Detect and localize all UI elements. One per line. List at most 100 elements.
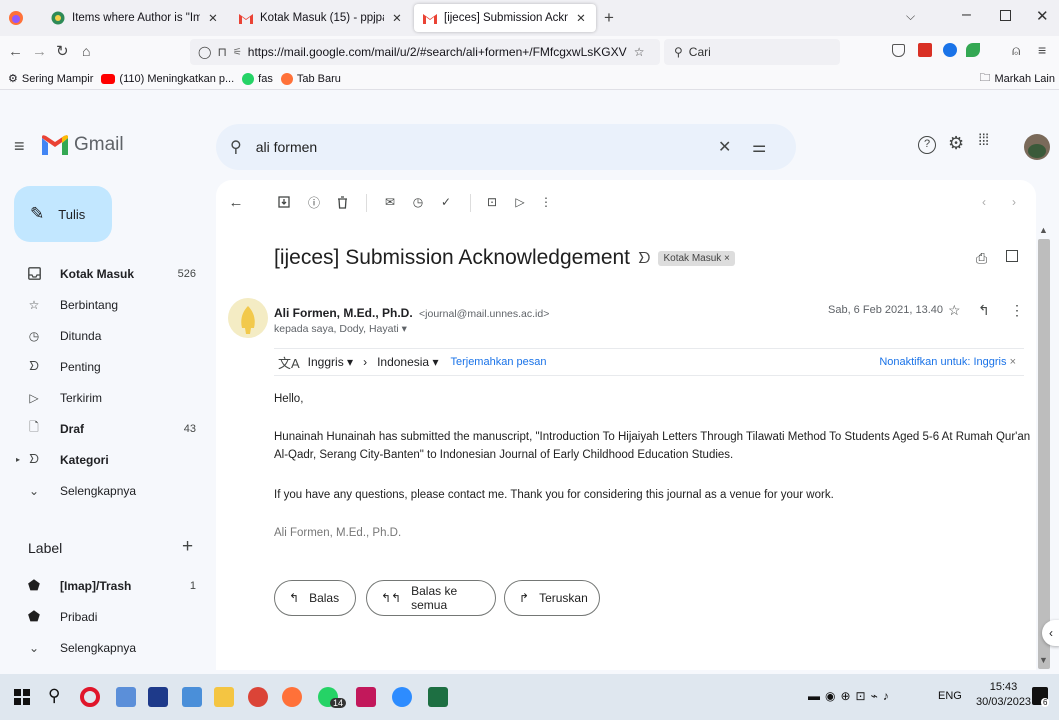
tab-close-icon[interactable]: ✕	[390, 11, 404, 25]
scroll-down-icon[interactable]: ▼	[1039, 655, 1048, 665]
translate-message-link[interactable]: Terjemahkan pesan	[450, 356, 546, 368]
print-icon[interactable]: ⎙	[976, 250, 987, 267]
sender-avatar[interactable]	[228, 298, 268, 338]
reload-icon[interactable]: ↻	[56, 42, 69, 60]
sidebar-label-personal[interactable]: ⬟ Pribadi	[0, 601, 216, 632]
settings-gear-icon[interactable]: ⚙	[948, 133, 964, 154]
sidebar-item-starred[interactable]: ☆ Berbintang	[0, 289, 216, 320]
browser-tab[interactable]: Kotak Masuk (15) - ppjpaudin ✕	[230, 4, 412, 32]
file-explorer-icon[interactable]	[116, 687, 136, 707]
reply-all-button[interactable]: ↰↰ Balas ke semua	[366, 580, 496, 616]
gmail-logo[interactable]: Gmail	[42, 134, 124, 156]
app-icon[interactable]	[182, 687, 202, 707]
maximize-icon[interactable]	[1000, 10, 1011, 21]
forward-icon[interactable]: →	[32, 43, 47, 60]
source-language-select[interactable]: Inggris ▾	[308, 355, 353, 369]
scrollbar-thumb[interactable]	[1038, 239, 1050, 669]
app-icon[interactable]	[356, 687, 376, 707]
star-email-icon[interactable]: ☆	[948, 302, 961, 319]
pocket-icon[interactable]	[892, 44, 905, 57]
account-icon[interactable]: ⍝	[1012, 42, 1020, 59]
avatar[interactable]	[1024, 134, 1050, 160]
labels-icon[interactable]: ▷	[512, 194, 528, 210]
browser-search-box[interactable]: ⚲ Cari	[664, 39, 840, 65]
search-icon[interactable]: ⚲	[48, 686, 60, 706]
search-input[interactable]: ali formen	[256, 139, 317, 155]
disable-translate-link[interactable]: Nonaktifkan untuk: Inggris ×	[879, 356, 1016, 368]
browser-tab-active[interactable]: [ijeces] Submission Acknowled ✕	[414, 4, 596, 32]
new-tab-icon[interactable]: +	[604, 8, 614, 28]
reply-button[interactable]: ↰ Balas	[274, 580, 356, 616]
windows-start-icon[interactable]	[14, 689, 30, 705]
sender-name[interactable]: Ali Formen, M.Ed., Ph.D.	[274, 306, 413, 320]
window-close-icon[interactable]: ✕	[1036, 7, 1049, 25]
apps-grid-icon[interactable]: ⁞⁞⁞	[978, 132, 989, 150]
back-to-list-icon[interactable]: ←	[228, 194, 244, 211]
bookmark-item[interactable]: (110) Meningkatkan p...	[101, 73, 234, 85]
zoom-icon[interactable]	[392, 687, 412, 707]
report-spam-icon[interactable]: ⓘ	[306, 194, 322, 210]
sidebar-item-more[interactable]: ⌄ Selengkapnya	[0, 475, 216, 506]
forward-button[interactable]: ↱ Teruskan	[504, 580, 600, 616]
scroll-up-icon[interactable]: ▲	[1039, 225, 1048, 235]
snooze-icon[interactable]: ◷	[410, 194, 426, 210]
expand-arrow-icon[interactable]: ▸	[16, 455, 20, 464]
sidebar-item-important[interactable]: ᗤ Penting	[0, 351, 216, 382]
clear-search-icon[interactable]: ✕	[718, 137, 731, 157]
help-icon[interactable]: ?	[918, 136, 936, 154]
sidebar-item-drafts[interactable]: 🗋 Draf 43	[0, 413, 216, 444]
scrollbar[interactable]: ▲ ▼	[1036, 225, 1052, 670]
recipients[interactable]: kepada saya, Dody, Hayati ▾	[274, 323, 407, 335]
firefox-icon[interactable]	[282, 687, 302, 707]
bookmark-item[interactable]: Tab Baru	[280, 72, 341, 85]
sidebar-label-trash[interactable]: ⬟ [Imap]/Trash 1	[0, 570, 216, 601]
sidebar-labels-more[interactable]: ⌄ Selengkapnya	[0, 632, 216, 663]
folder-icon[interactable]	[214, 687, 234, 707]
main-menu-icon[interactable]: ≡	[14, 136, 25, 157]
archive-icon[interactable]	[276, 194, 292, 210]
sidebar-item-snoozed[interactable]: ◷ Ditunda	[0, 320, 216, 351]
app-menu-icon[interactable]: ≡	[1038, 42, 1046, 58]
open-new-window-icon[interactable]	[1006, 250, 1018, 262]
more-vert-icon[interactable]: ⋮	[538, 194, 554, 210]
older-icon[interactable]: ›	[1006, 194, 1022, 210]
delete-icon[interactable]	[334, 194, 350, 210]
search-options-icon[interactable]: ⚌	[752, 137, 766, 157]
compose-button[interactable]: ✎ Tulis	[14, 186, 112, 242]
opera-icon[interactable]	[80, 687, 100, 707]
system-tray[interactable]: ▬◉⊕⊡⌁♪	[808, 689, 894, 703]
sidebar-item-sent[interactable]: ▷ Terkirim	[0, 382, 216, 413]
extension-icon[interactable]	[966, 43, 980, 57]
close-icon[interactable]: ×	[1010, 356, 1016, 368]
bookmark-item[interactable]: fas	[242, 72, 273, 85]
target-language-select[interactable]: Indonesia ▾	[377, 355, 438, 369]
browser-tab[interactable]: Items where Author is "Imroat ✕	[42, 4, 228, 32]
tab-list-icon[interactable]: ⌵	[906, 9, 915, 24]
bookmark-item[interactable]: ⚙ Sering Mampir	[8, 72, 93, 86]
home-icon[interactable]: ⌂	[82, 43, 90, 59]
more-vert-icon[interactable]: ⋮	[1010, 302, 1024, 319]
firefox-menu-icon[interactable]	[8, 10, 24, 26]
mark-unread-icon[interactable]: ✉	[382, 194, 398, 210]
search-icon[interactable]: ⚲	[230, 137, 242, 157]
excel-icon[interactable]	[428, 687, 448, 707]
label-chip[interactable]: Kotak Masuk ×	[658, 250, 735, 266]
other-bookmarks[interactable]: 🗀 Markah Lain	[979, 69, 1055, 88]
sidebar-item-inbox[interactable]: Kotak Masuk 526	[0, 258, 216, 289]
tab-close-icon[interactable]: ✕	[206, 11, 220, 25]
move-to-icon[interactable]: ⊡	[484, 194, 500, 210]
add-task-icon[interactable]: ✓	[438, 194, 454, 210]
newer-icon[interactable]: ‹	[976, 194, 992, 210]
clock[interactable]: 15:43 30/03/2023	[976, 680, 1031, 710]
language-indicator[interactable]: ENG	[938, 690, 962, 702]
important-marker-icon[interactable]: ᗤ	[638, 250, 650, 267]
tab-close-icon[interactable]: ✕	[574, 11, 588, 25]
url-bar[interactable]: ◯ ⊓ ⚟ https://mail.google.com/mail/u/2/#…	[190, 39, 660, 65]
extension-icon[interactable]	[918, 43, 932, 57]
add-label-icon[interactable]: +	[182, 536, 193, 558]
app-icon[interactable]	[148, 687, 168, 707]
reply-icon[interactable]: ↰	[978, 302, 990, 319]
back-icon[interactable]: ←	[8, 43, 23, 60]
minimize-icon[interactable]: –	[962, 6, 971, 24]
extension-icon[interactable]	[943, 43, 957, 57]
